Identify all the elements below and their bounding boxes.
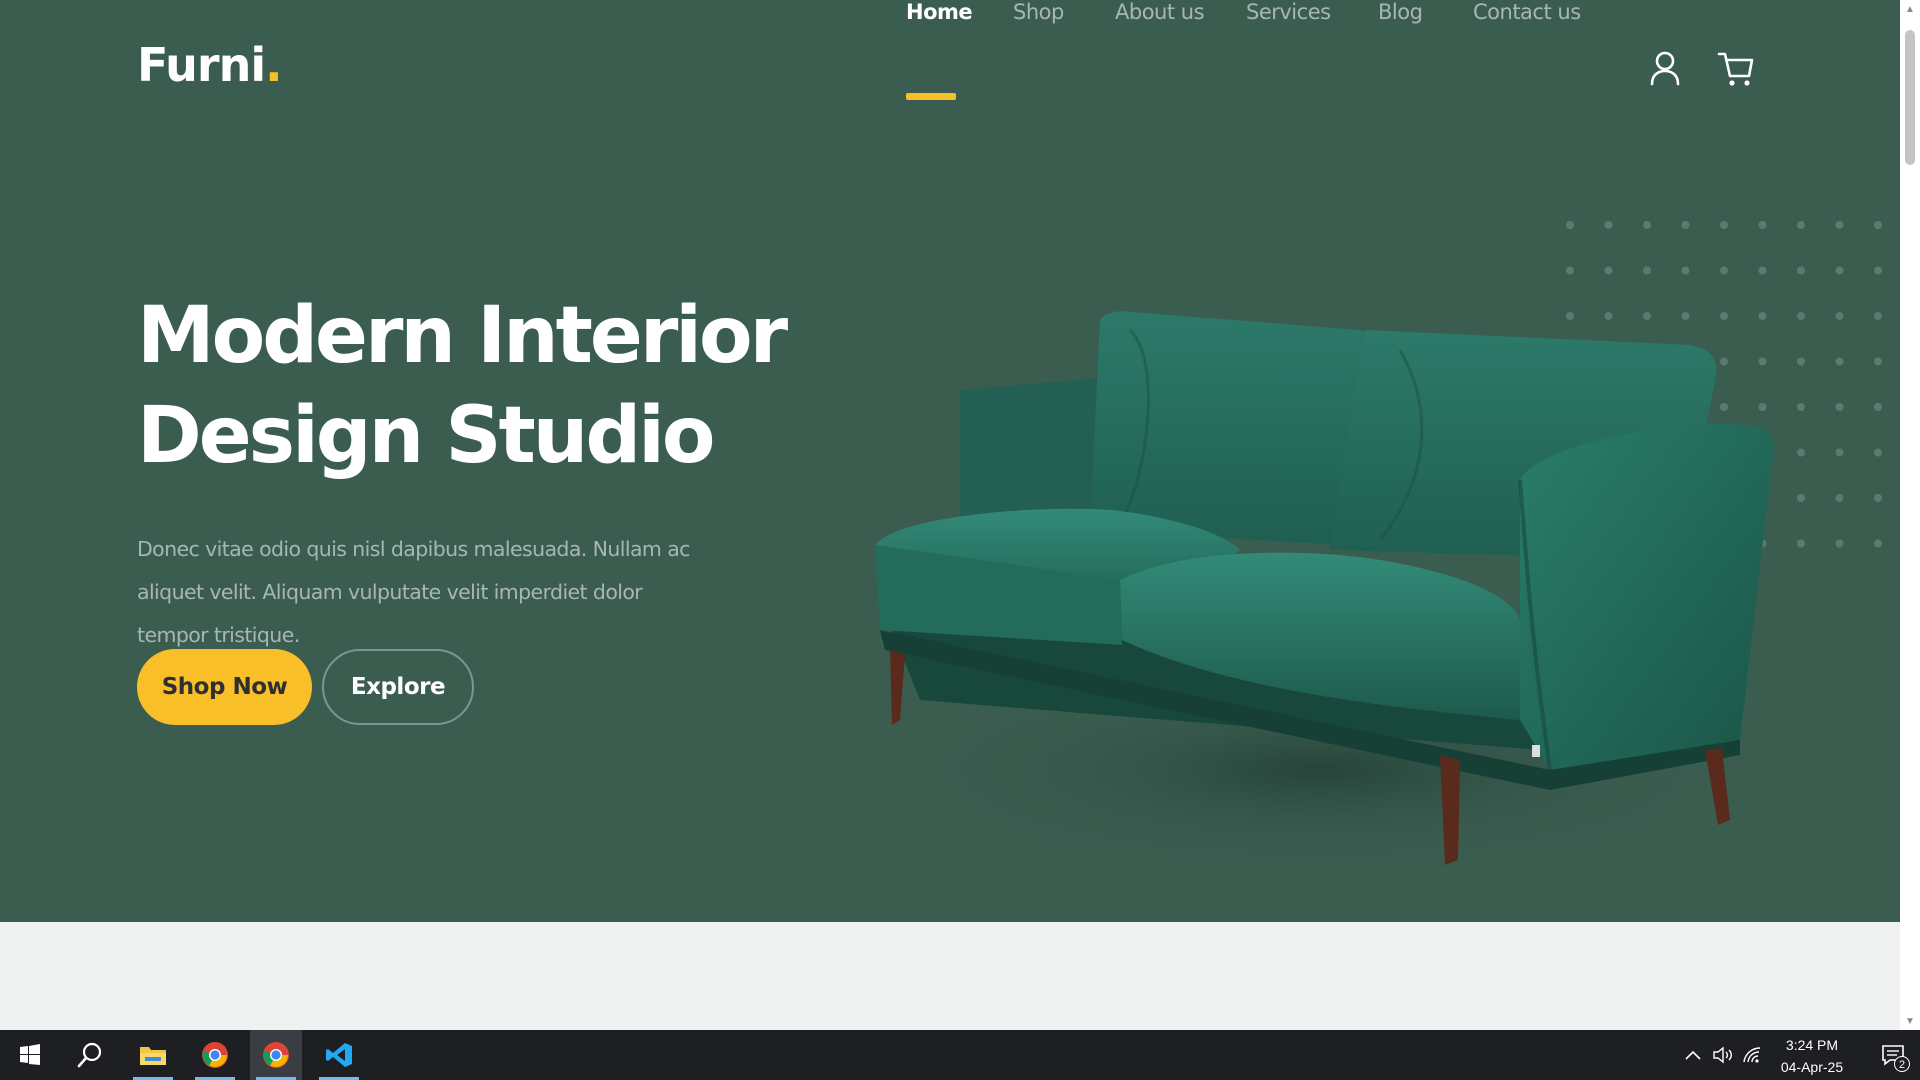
pattern-dot [1835, 448, 1844, 457]
vertical-scrollbar[interactable]: ▲ ▼ [1900, 0, 1920, 1030]
scroll-up-icon[interactable]: ▲ [1900, 0, 1920, 18]
pattern-dot [1835, 312, 1844, 320]
hero-section: Furni. Home Shop About us Services Blog … [0, 0, 1900, 922]
nav-item-contact[interactable]: Contact us [1473, 0, 1581, 24]
user-icon[interactable] [1647, 49, 1683, 89]
pattern-dot [1874, 448, 1882, 457]
pattern-dot [1835, 494, 1844, 502]
pattern-dot [1874, 266, 1882, 275]
taskbar: 3:24 PM 04-Apr-25 2 [0, 1030, 1920, 1080]
pattern-dot [1566, 266, 1574, 275]
pattern-dot [1874, 221, 1882, 229]
scroll-down-icon[interactable]: ▼ [1900, 1012, 1920, 1030]
pattern-dot [1835, 539, 1844, 548]
pattern-dot [1681, 266, 1690, 275]
notification-icon[interactable]: 2 [1866, 1030, 1920, 1080]
pattern-dot [1874, 403, 1882, 411]
pattern-dot [1604, 266, 1613, 275]
hero-title-line1: Modern Interior [137, 291, 788, 381]
clock-time: 3:24 PM [1785, 1037, 1839, 1053]
file-explorer-icon[interactable] [127, 1030, 179, 1080]
pattern-dot [1874, 494, 1882, 502]
start-icon[interactable] [4, 1030, 56, 1080]
system-clock[interactable]: 3:24 PM 04-Apr-25 [1762, 1034, 1862, 1078]
pattern-dot [1604, 221, 1613, 229]
shop-now-button[interactable]: Shop Now [137, 649, 312, 725]
pattern-dot [1681, 221, 1690, 229]
logo-dot: . [265, 38, 283, 92]
clock-date: 04-Apr-25 [1780, 1059, 1844, 1075]
search-icon[interactable] [64, 1030, 116, 1080]
pattern-dot [1643, 266, 1651, 275]
chevron-up-icon[interactable] [1684, 1030, 1702, 1080]
nav-active-indicator [906, 93, 956, 100]
pattern-dot [1758, 221, 1767, 229]
nav-item-home[interactable]: Home [906, 0, 973, 24]
pattern-dot [1874, 312, 1882, 320]
vscode-icon[interactable] [313, 1030, 365, 1080]
logo-text: Furni [137, 38, 266, 92]
chrome-icon[interactable] [250, 1030, 302, 1080]
nav-item-shop[interactable]: Shop [1013, 0, 1064, 24]
speaker-icon[interactable] [1712, 1030, 1734, 1080]
notification-count-badge: 2 [1894, 1056, 1910, 1072]
pattern-dot [1874, 357, 1882, 366]
pattern-dot [1874, 539, 1882, 548]
pattern-dot [1566, 221, 1574, 229]
hero-title-line2: Design Studio [137, 391, 715, 481]
explore-button[interactable]: Explore [322, 649, 474, 725]
pattern-dot [1835, 266, 1844, 275]
pattern-dot [1720, 266, 1728, 275]
nav-item-services[interactable]: Services [1246, 0, 1331, 24]
nav-item-about[interactable]: About us [1115, 0, 1205, 24]
cart-icon[interactable] [1716, 49, 1756, 89]
chrome-icon[interactable] [189, 1030, 241, 1080]
pattern-dot [1835, 403, 1844, 411]
pattern-dot [1758, 266, 1767, 275]
hero-title: Modern Interior Design Studio [137, 286, 837, 486]
hero-description: Donec vitae odio quis nisl dapibus males… [137, 537, 690, 647]
pattern-dot [1643, 221, 1651, 229]
site-logo[interactable]: Furni. [137, 38, 283, 92]
nav-item-blog[interactable]: Blog [1378, 0, 1423, 24]
pattern-dot [1835, 357, 1844, 366]
pattern-dot [1835, 221, 1844, 229]
pattern-dot [1797, 266, 1805, 275]
scroll-thumb[interactable] [1905, 30, 1915, 165]
pattern-dot [1720, 221, 1728, 229]
browser-viewport: Furni. Home Shop About us Services Blog … [0, 0, 1900, 1030]
sofa-image [875, 311, 1774, 870]
wifi-icon[interactable] [1742, 1030, 1762, 1080]
pattern-dot [1797, 221, 1805, 229]
